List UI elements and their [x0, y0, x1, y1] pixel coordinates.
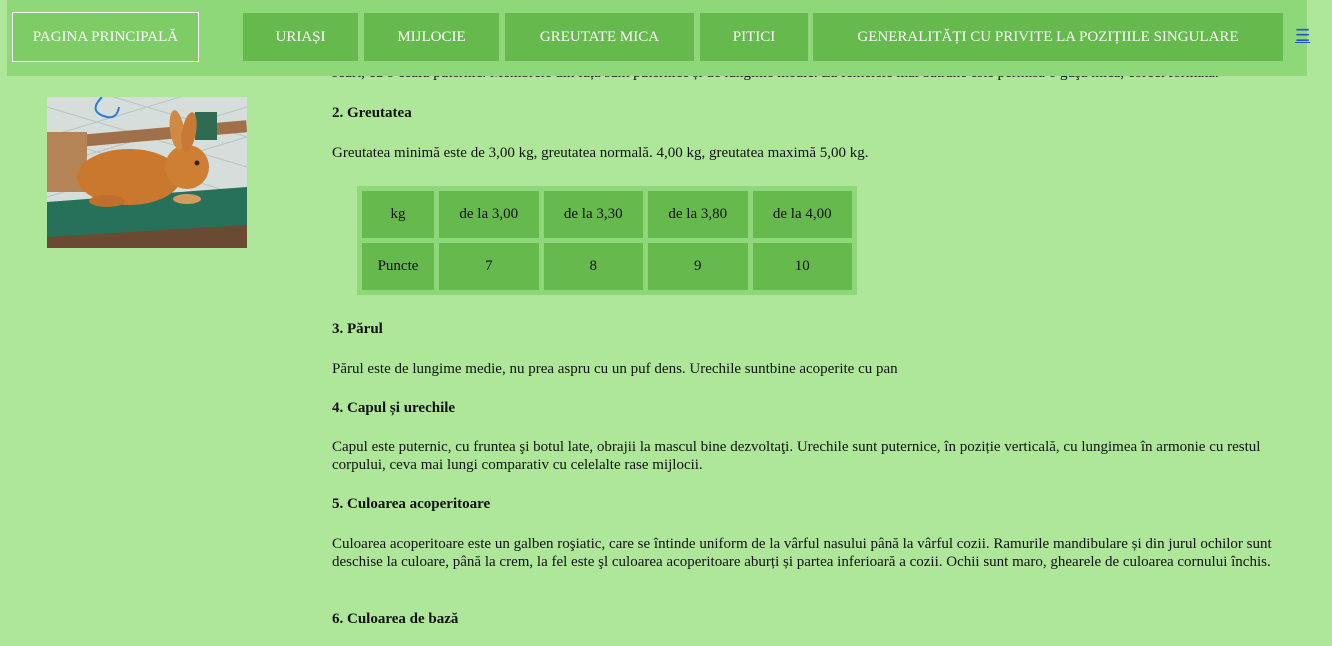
nav-item-medium[interactable]: MIJLOCIE	[364, 13, 499, 61]
table-cell: kg	[362, 191, 434, 238]
section-title-weight: 2. Greutatea	[332, 105, 412, 121]
menu-icon[interactable]: ☰	[1295, 26, 1310, 46]
table-cell: de la 3,30	[543, 191, 643, 238]
table-cell: de la 3,80	[648, 191, 748, 238]
section-title-cover-color: 5. Culoarea acoperitoare	[332, 496, 491, 512]
nav-item-small-weight[interactable]: GREUTATE MICA	[505, 13, 694, 61]
nav-home-link[interactable]: PAGINA PRINCIPALĂ	[12, 12, 199, 62]
weight-table: kg de la 3,00 de la 3,30 de la 3,80 de l…	[357, 186, 857, 295]
table-cell: 10	[752, 243, 852, 290]
table-row: Puncte 7 8 9 10	[362, 243, 852, 290]
top-navbar: PAGINA PRINCIPALĂ URIAȘI MIJLOCIE GREUTA…	[7, 0, 1310, 76]
table-cell: de la 3,00	[439, 191, 539, 238]
section-text-cover-color: Culoarea acoperitoare este un galben roş…	[332, 536, 1272, 570]
table-row: kg de la 3,00 de la 3,30 de la 3,80 de l…	[362, 191, 852, 238]
nav-item-generalities[interactable]: GENERALITĂȚI CU PRIVITE LA POZIȚIILE SIN…	[813, 13, 1283, 61]
section-title-head-ears: 4. Capul și urechile	[332, 400, 456, 416]
section-text-weight: Greutatea minimă este de 3,00 kg, greuta…	[332, 145, 869, 161]
table-cell: Puncte	[362, 243, 434, 290]
table-cell: 8	[543, 243, 643, 290]
table-cell: de la 4,00	[752, 191, 852, 238]
table-cell: 7	[439, 243, 539, 290]
rabbit-photo	[47, 97, 247, 248]
nav-item-giant[interactable]: URIAȘI	[243, 13, 358, 61]
section-title-base-color: 6. Culoarea de bază	[332, 611, 459, 627]
section-text-head-ears: Capul este puternic, cu fruntea şi botul…	[332, 439, 1261, 473]
table-cell: 9	[648, 243, 748, 290]
nav-item-dwarf[interactable]: PITICI	[700, 13, 808, 61]
section-title-fur: 3. Părul	[332, 321, 383, 337]
section-text-fur: Părul este de lungime medie, nu prea asp…	[332, 361, 898, 377]
